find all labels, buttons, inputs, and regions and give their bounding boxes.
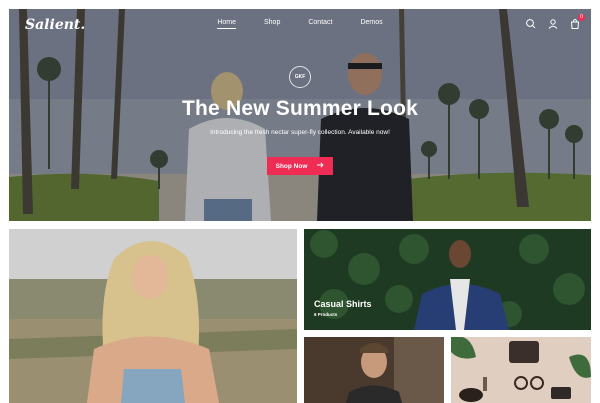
hero-subtitle: Introducing the fresh nectar super-fly c… xyxy=(210,129,390,136)
shop-now-button[interactable]: Shop Now xyxy=(267,157,333,175)
main-nav: Home Shop Contact Demos xyxy=(9,19,591,29)
brand-badge: GKF xyxy=(289,66,311,88)
cart-count-badge: 0 xyxy=(578,14,585,21)
category-tile-featured[interactable] xyxy=(9,229,297,403)
header-icons: 0 xyxy=(525,14,585,29)
nav-demos[interactable]: Demos xyxy=(360,19,382,28)
category-title: Casual Shirts xyxy=(314,299,372,309)
category-product-count: 6 Products xyxy=(314,312,338,317)
accessories-photo xyxy=(451,337,591,403)
nav-shop[interactable]: Shop xyxy=(264,19,280,28)
casual-shirts-photo xyxy=(304,229,591,330)
category-tile-accessories[interactable] xyxy=(451,337,591,403)
shop-now-label: Shop Now xyxy=(275,162,308,170)
category-tile-men[interactable] xyxy=(304,337,444,403)
nav-contact[interactable]: Contact xyxy=(308,19,332,28)
category-tile-casual-shirts[interactable]: Casual Shirts 6 Products xyxy=(304,229,591,330)
woman-photo xyxy=(9,229,297,403)
cart-icon[interactable]: 0 xyxy=(569,14,585,29)
arrow-right-icon xyxy=(317,162,325,170)
search-icon[interactable] xyxy=(525,17,537,29)
user-icon[interactable] xyxy=(547,17,559,29)
man-portrait-photo xyxy=(304,337,444,403)
hero-title: The New Summer Look xyxy=(181,97,418,120)
hero-banner: Salient. Home Shop Contact Demos 0 GKF T… xyxy=(9,9,591,221)
nav-home[interactable]: Home xyxy=(217,19,236,29)
